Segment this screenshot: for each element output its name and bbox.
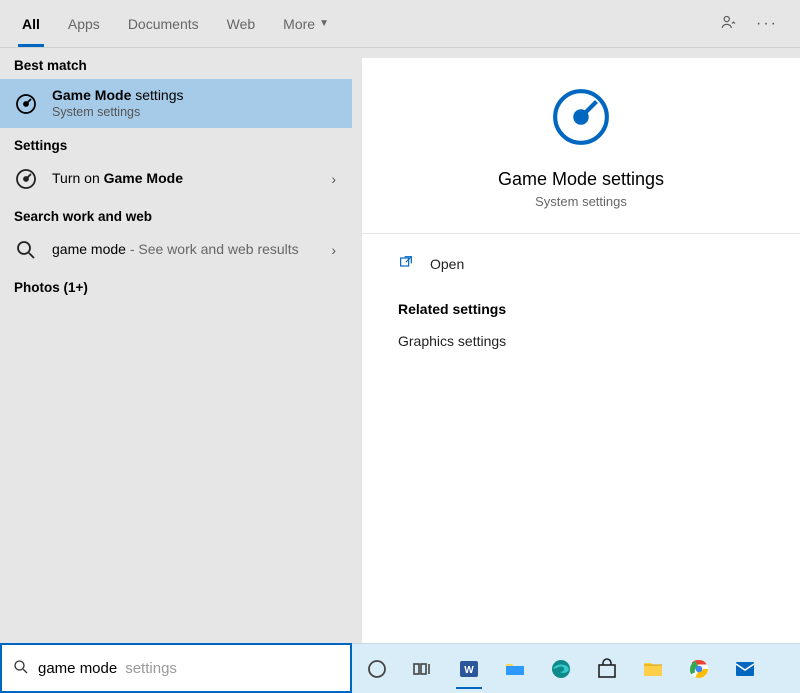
taskbar-file-explorer-icon[interactable] [496,649,534,689]
search-input[interactable]: game mode settings [0,643,352,693]
search-icon [12,658,30,679]
section-search-web: Search work and web [0,199,352,230]
result-title-bold: Game Mode [52,87,131,103]
tab-label: Web [227,16,256,32]
taskbar-chrome-icon[interactable] [680,649,718,689]
related-graphics-settings[interactable]: Graphics settings [398,329,764,353]
account-icon[interactable] [720,13,738,34]
taskbar-store-icon[interactable] [588,649,626,689]
search-filter-tabs: All Apps Documents Web More ▼ ··· [0,0,800,48]
web-term: game mode [52,241,126,257]
preview-subtitle: System settings [535,194,627,209]
taskbar-cortana-icon[interactable] [358,649,396,689]
taskbar-task-view-icon[interactable] [404,649,442,689]
chevron-down-icon: ▼ [319,18,329,29]
tab-documents[interactable]: Documents [114,0,213,47]
tab-label: Documents [128,16,199,32]
search-icon [14,238,38,262]
tab-apps[interactable]: Apps [54,0,114,47]
open-icon [398,254,414,273]
search-typed-text: game mode [38,660,117,677]
tab-all[interactable]: All [8,0,54,47]
result-prefix: Turn on [52,170,104,186]
results-panel: Best match Game Mode settings System set… [0,48,352,643]
result-turn-on-game-mode[interactable]: Turn on Game Mode › [0,159,352,199]
taskbar-file-explorer2-icon[interactable] [634,649,672,689]
more-options-icon[interactable]: ··· [756,15,778,33]
preview-title: Game Mode settings [498,169,664,190]
result-game-mode-settings[interactable]: Game Mode settings System settings [0,79,352,128]
result-bold: Game Mode [104,170,183,186]
result-title-rest: settings [131,87,183,103]
tab-more[interactable]: More ▼ [269,0,343,47]
section-best-match: Best match [0,48,352,79]
section-settings: Settings [0,128,352,159]
preview-panel: Game Mode settings System settings Open … [362,58,800,643]
open-label: Open [430,256,464,272]
svg-text:W: W [464,665,474,676]
tab-label: All [22,16,40,32]
chevron-right-icon: › [331,171,338,187]
tab-label: Apps [68,16,100,32]
tab-web[interactable]: Web [213,0,270,47]
result-web-game-mode[interactable]: game mode - See work and web results › [0,230,352,270]
result-subtitle: System settings [52,105,338,121]
gauge-icon [550,86,612,151]
gauge-icon [14,167,38,191]
taskbar-mail-icon[interactable] [726,649,764,689]
section-photos: Photos (1+) [0,270,352,301]
gauge-icon [14,92,38,116]
taskbar-word-icon[interactable]: W [450,649,488,689]
taskbar-edge-icon[interactable] [542,649,580,689]
web-suffix: - See work and web results [126,241,299,257]
tab-label: More [283,16,315,32]
related-settings-header: Related settings [398,301,764,317]
search-autocomplete-hint: settings [125,660,177,677]
open-action[interactable]: Open [362,234,800,293]
taskbar: W [352,643,800,693]
chevron-right-icon: › [331,242,338,258]
